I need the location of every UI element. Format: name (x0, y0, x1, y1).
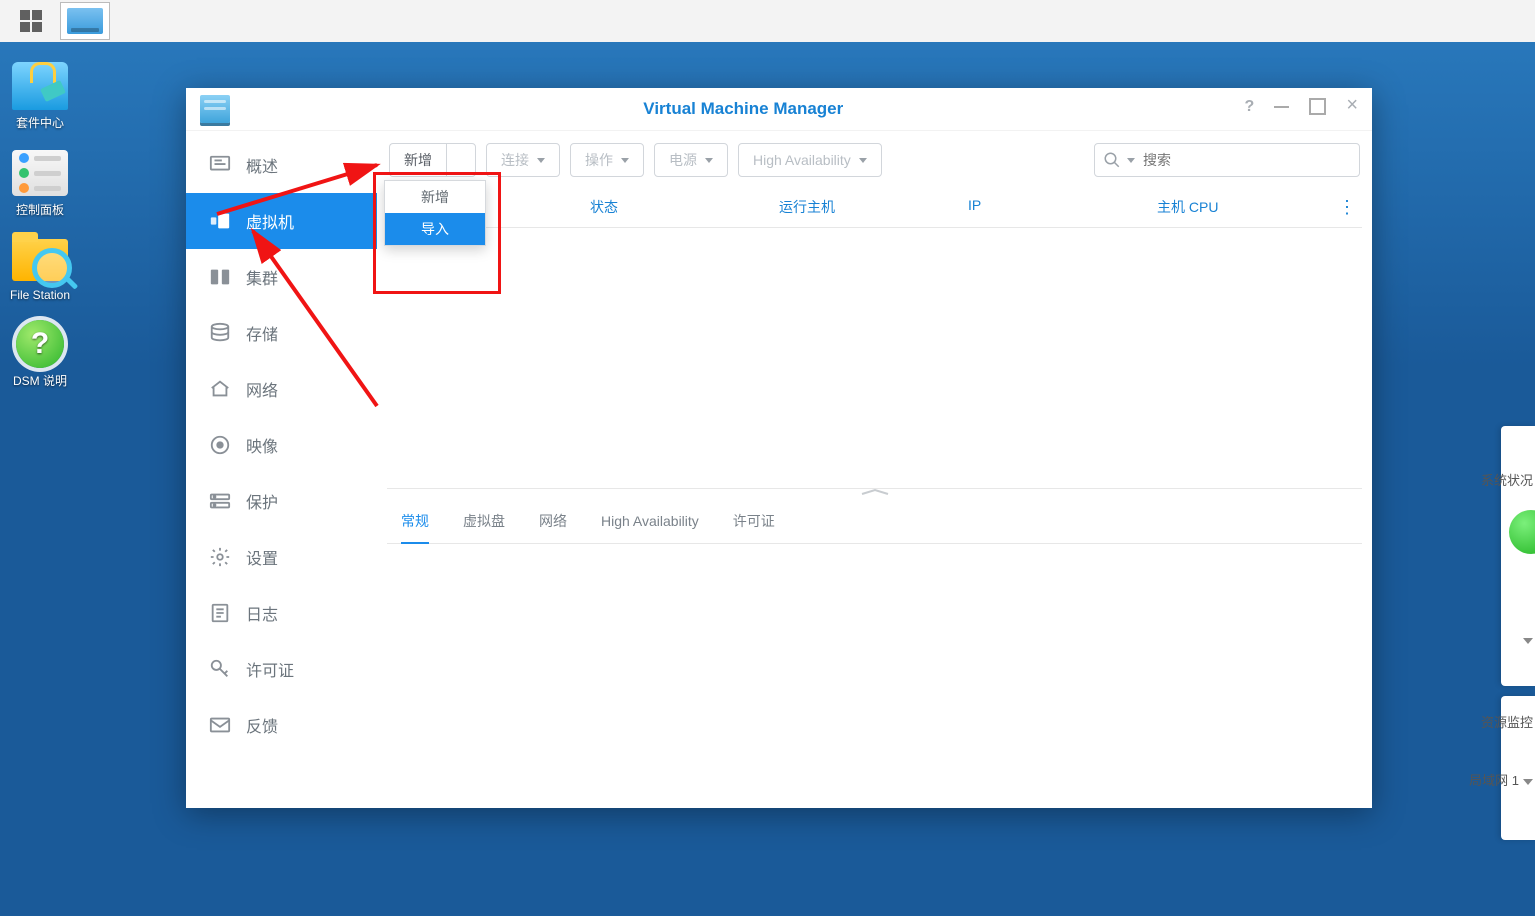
desktop-icon-label: 套件中心 (16, 114, 64, 131)
chevron-down-icon (1127, 158, 1135, 163)
vmm-window: Virtual Machine Manager ? × 概述 虚拟机 (186, 88, 1372, 808)
apps-grid-icon[interactable] (6, 2, 56, 40)
search-box[interactable] (1094, 143, 1360, 177)
sidebar-item-settings[interactable]: 设置 (186, 529, 377, 585)
search-icon (1103, 151, 1121, 169)
tab-ha[interactable]: High Availability (601, 513, 699, 529)
window-maximize-button[interactable] (1309, 98, 1326, 120)
expand-caret-icon[interactable] (1519, 632, 1533, 647)
column-menu-button[interactable]: ⋮ (1332, 187, 1362, 227)
network-icon (208, 378, 232, 400)
tab-vdisk[interactable]: 虚拟盘 (463, 511, 505, 531)
log-icon (208, 602, 232, 624)
sidebar-item-label: 许可证 (246, 657, 294, 681)
storage-icon (208, 322, 232, 344)
sidebar-item-label: 映像 (246, 433, 278, 457)
desktop-icon-dsm-help[interactable]: ? DSM 说明 (4, 320, 76, 389)
tab-general[interactable]: 常规 (401, 511, 429, 531)
lan-label: 局域网 1 (1469, 770, 1533, 789)
chevron-down-icon (537, 158, 545, 163)
toolbar: 新增 连接 操作 电源 High Availability (387, 139, 1362, 187)
power-button[interactable]: 电源 (654, 143, 728, 177)
sidebar-item-feedback[interactable]: 反馈 (186, 697, 377, 753)
window-close-button[interactable]: × (1346, 98, 1358, 120)
col-status[interactable]: 状态 (576, 187, 765, 227)
col-hosts[interactable]: 运行主机 (765, 187, 954, 227)
gear-icon (208, 546, 232, 568)
col-ip[interactable]: IP (954, 187, 1143, 227)
desktop-icon-control-panel[interactable]: 控制面板 (4, 149, 76, 218)
monitor-label: 资源监控 (1481, 712, 1533, 731)
col-cpu[interactable]: 主机 CPU (1143, 187, 1332, 227)
annotation-arrow-1 (217, 159, 397, 222)
add-dropdown-menu: 新增 导入 (384, 180, 486, 246)
main-panel: 新增 连接 操作 电源 High Availability 新增 (377, 131, 1372, 808)
sidebar-item-label: 保护 (246, 489, 278, 513)
vmm-app-icon (200, 95, 230, 123)
chevron-down-icon (859, 158, 867, 163)
key-icon (208, 658, 232, 680)
tab-network[interactable]: 网络 (539, 511, 567, 531)
right-panel-system-status (1501, 426, 1535, 686)
window-minimize-button[interactable] (1274, 98, 1289, 120)
drag-handle-icon[interactable] (860, 488, 890, 496)
desktop-icon-label: File Station (10, 288, 70, 302)
annotation-arrow-2 (247, 221, 397, 414)
window-help-button[interactable]: ? (1245, 98, 1255, 120)
status-label: 系统状况 (1481, 470, 1533, 489)
window-title: Virtual Machine Manager (242, 99, 1245, 119)
desktop-icon-label: DSM 说明 (13, 372, 67, 389)
detail-tabs: 常规 虚拟盘 网络 High Availability 许可证 (387, 499, 1362, 544)
mail-icon (208, 714, 232, 736)
window-titlebar: Virtual Machine Manager ? × (186, 88, 1372, 131)
vmm-taskbar-icon[interactable] (60, 2, 110, 40)
dropdown-item-add[interactable]: 新增 (385, 181, 485, 213)
detail-split: 常规 虚拟盘 网络 High Availability 许可证 (387, 488, 1362, 544)
desktop-icon-label: 控制面板 (16, 201, 64, 218)
search-input[interactable] (1141, 151, 1351, 169)
cluster-icon (208, 266, 232, 288)
ha-button[interactable]: High Availability (738, 143, 882, 177)
table-header: 状态 运行主机 IP 主机 CPU ⋮ (387, 187, 1362, 228)
sidebar-item-label: 设置 (246, 545, 278, 569)
image-icon (208, 434, 232, 456)
sidebar-item-label: 日志 (246, 601, 278, 625)
operate-button[interactable]: 操作 (570, 143, 644, 177)
desktop-icon-package-center[interactable]: 套件中心 (4, 62, 76, 131)
top-taskbar (0, 0, 1535, 42)
desktop-icon-file-station[interactable]: File Station (4, 236, 76, 302)
sidebar-item-log[interactable]: 日志 (186, 585, 377, 641)
sidebar-item-protect[interactable]: 保护 (186, 473, 377, 529)
chevron-down-icon (705, 158, 713, 163)
chevron-down-icon (621, 158, 629, 163)
sidebar-item-image[interactable]: 映像 (186, 417, 377, 473)
protect-icon (208, 490, 232, 512)
dropdown-item-import[interactable]: 导入 (385, 213, 485, 245)
tab-license[interactable]: 许可证 (733, 511, 775, 531)
sidebar-item-label: 反馈 (246, 713, 278, 737)
sidebar-item-license[interactable]: 许可证 (186, 641, 377, 697)
